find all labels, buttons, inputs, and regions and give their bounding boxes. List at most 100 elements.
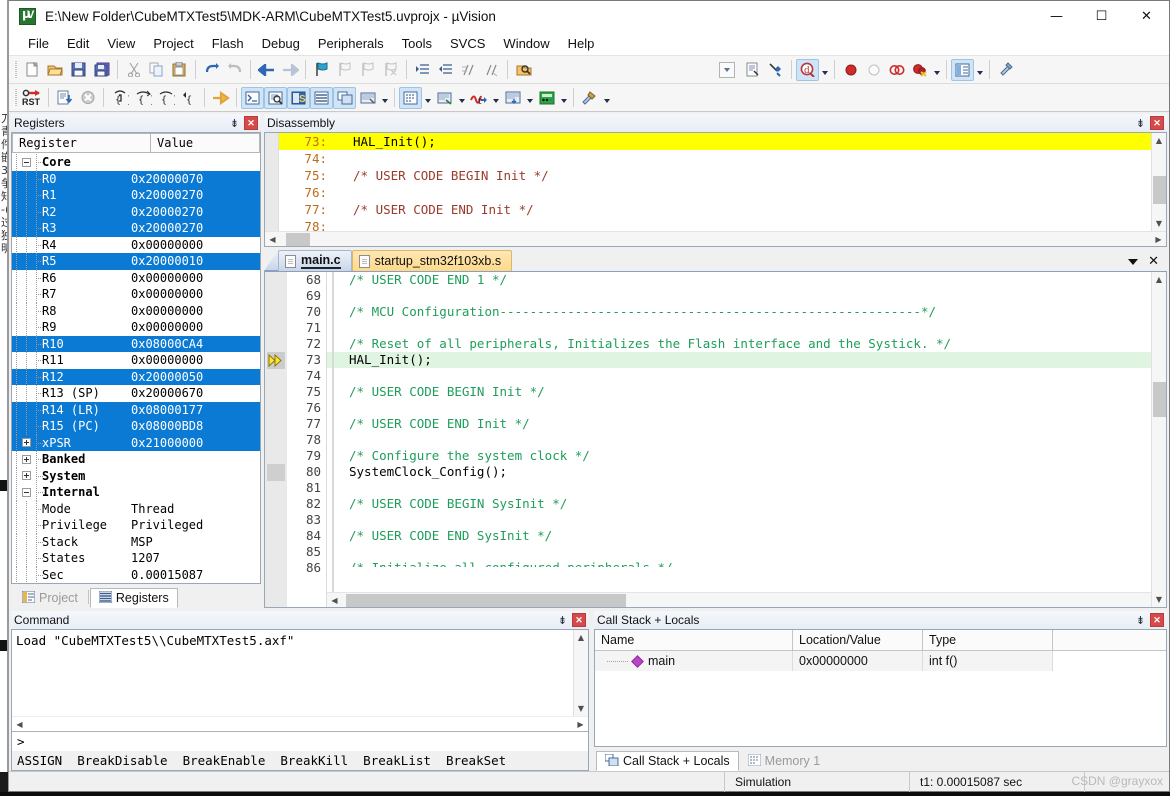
registers-group-core[interactable]: Core bbox=[12, 154, 260, 171]
pin-icon[interactable]: ⇟ bbox=[1133, 116, 1148, 131]
command-window-icon[interactable] bbox=[241, 86, 264, 109]
menu-file[interactable]: File bbox=[19, 34, 58, 53]
system-viewer-icon[interactable] bbox=[501, 87, 524, 109]
save-icon[interactable] bbox=[67, 59, 90, 81]
close-button[interactable]: ✕ bbox=[1124, 1, 1169, 32]
cut-icon[interactable] bbox=[122, 59, 145, 81]
chevron-down-icon[interactable] bbox=[1128, 258, 1139, 265]
register-value[interactable]: 0x00000000 bbox=[131, 353, 260, 367]
minimize-button[interactable]: — bbox=[1034, 1, 1079, 32]
code-editor[interactable]: 68 69 70 71 72 73 74 75 76 77 78 79 80 8… bbox=[264, 271, 1167, 608]
call-stack-window-icon[interactable] bbox=[333, 86, 356, 109]
register-row-r10[interactable]: R10 0x08000CA4 bbox=[12, 335, 260, 352]
register-value[interactable]: 0x00000000 bbox=[131, 304, 260, 318]
disassembly-close-icon[interactable]: ✕ bbox=[1150, 116, 1164, 130]
register-row-r15-pc[interactable]: R15 (PC) 0x08000BD8 bbox=[12, 418, 260, 435]
scroll-track[interactable] bbox=[1152, 287, 1167, 592]
watch-window-icon[interactable] bbox=[356, 87, 379, 109]
bookmark-clear-icon[interactable] bbox=[379, 59, 402, 81]
editor-line[interactable]: /* MCU Configuration--------------------… bbox=[327, 304, 1151, 320]
configure-wizard-icon[interactable] bbox=[764, 59, 787, 81]
disassembly-window-icon[interactable] bbox=[264, 86, 287, 109]
find-in-files-icon[interactable] bbox=[512, 59, 535, 81]
editor-line[interactable]: /* USER CODE BEGIN Init */ bbox=[327, 384, 1151, 400]
register-row-r13-sp[interactable]: R13 (SP) 0x20000670 bbox=[12, 385, 260, 402]
registers-close-icon[interactable]: ✕ bbox=[244, 116, 258, 130]
disassembly-line[interactable]: 74: bbox=[279, 150, 1151, 167]
scroll-thumb[interactable] bbox=[1152, 176, 1166, 204]
scroll-left-icon[interactable]: ◀ bbox=[12, 717, 27, 732]
command-close-icon[interactable]: ✕ bbox=[572, 613, 586, 627]
register-value[interactable]: 0x20000270 bbox=[131, 221, 260, 235]
editor-line[interactable] bbox=[327, 512, 1151, 528]
menu-window[interactable]: Window bbox=[494, 34, 558, 53]
register-row-r2[interactable]: R2 0x20000270 bbox=[12, 203, 260, 220]
command-vscrollbar[interactable]: ▲ ▼ bbox=[573, 630, 588, 716]
registers-column-register[interactable]: Register bbox=[12, 133, 151, 153]
collapse-icon-internal[interactable] bbox=[22, 487, 31, 497]
register-value[interactable]: 0x20000670 bbox=[131, 386, 260, 400]
command-hscrollbar[interactable]: ◀ ▶ bbox=[12, 716, 588, 731]
editor-line[interactable]: /* Configure the system clock */ bbox=[327, 448, 1151, 464]
memory-dropdown-caret[interactable] bbox=[422, 87, 433, 109]
command-input[interactable]: > bbox=[12, 731, 588, 751]
indent-decrease-icon[interactable] bbox=[434, 59, 457, 81]
register-value[interactable]: 0x00000000 bbox=[131, 320, 260, 334]
memory-window-icon[interactable] bbox=[399, 86, 422, 109]
collapse-icon-core[interactable] bbox=[22, 157, 31, 167]
editor-line[interactable]: /* USER CODE END SysInit */ bbox=[327, 528, 1151, 544]
expand-icon-banked[interactable] bbox=[22, 454, 31, 464]
register-value[interactable]: 0x00000000 bbox=[131, 238, 260, 252]
scroll-thumb[interactable] bbox=[1152, 382, 1166, 417]
register-value[interactable]: 0x00000000 bbox=[131, 287, 260, 301]
dock-tab-registers[interactable]: Registers bbox=[89, 588, 178, 608]
symbols-window-icon[interactable]: S bbox=[287, 86, 310, 109]
manage-windows-dropdown-caret[interactable] bbox=[974, 59, 985, 81]
pin-icon[interactable]: ⇟ bbox=[227, 116, 242, 131]
bookmark-prev-icon[interactable] bbox=[333, 59, 356, 81]
hscroll-track[interactable] bbox=[280, 232, 1151, 247]
disassembly-vscrollbar[interactable]: ▲ ▼ bbox=[1151, 133, 1166, 231]
menu-project[interactable]: Project bbox=[144, 34, 202, 53]
run-to-main-icon[interactable] bbox=[53, 87, 76, 109]
background-window-strip[interactable]: 刀 青 件 嵌 35 争 知 -( 过 独 明 bbox=[0, 0, 8, 772]
editor-line[interactable] bbox=[327, 480, 1151, 496]
disable-breakpoint-icon[interactable] bbox=[862, 59, 885, 81]
internal-row-privilege[interactable]: Privilege Privileged bbox=[12, 517, 260, 534]
breakpoints-dropdown-caret[interactable] bbox=[931, 59, 942, 81]
stop-debug-icon[interactable] bbox=[76, 87, 99, 109]
disassembly-line[interactable]: 77: /* USER CODE END Init */ bbox=[279, 201, 1151, 218]
scroll-left-icon[interactable]: ◀ bbox=[327, 593, 342, 608]
register-row-r5[interactable]: R5 0x20000010 bbox=[12, 253, 260, 270]
register-value[interactable]: 0x08000BD8 bbox=[131, 419, 260, 433]
disassembly-line[interactable]: 75: /* USER CODE BEGIN Init */ bbox=[279, 167, 1151, 184]
register-row-r9[interactable]: R9 0x00000000 bbox=[12, 319, 260, 336]
step-into-icon[interactable]: { } bbox=[108, 87, 131, 109]
register-value[interactable]: 0x08000CA4 bbox=[131, 337, 260, 351]
dock-tab-project[interactable]: Project bbox=[13, 588, 87, 608]
editor-tab-main-c[interactable]: main.c bbox=[278, 250, 352, 271]
editor-line[interactable]: /* USER CODE END Init */ bbox=[327, 416, 1151, 432]
scroll-track[interactable] bbox=[1152, 148, 1167, 216]
comment-lines-icon[interactable] bbox=[457, 59, 480, 81]
disable-all-breakpoints-icon[interactable] bbox=[908, 59, 931, 81]
editor-line[interactable] bbox=[327, 288, 1151, 304]
scroll-up-icon[interactable]: ▲ bbox=[1152, 272, 1167, 287]
analysis-dropdown-caret[interactable] bbox=[490, 87, 501, 109]
editor-breakpoint-margin[interactable] bbox=[265, 272, 287, 607]
registers-group-internal[interactable]: Internal bbox=[12, 484, 260, 501]
hscroll-track[interactable] bbox=[342, 593, 1151, 608]
bookmark-toggle-icon[interactable] bbox=[310, 59, 333, 81]
pin-icon[interactable]: ⇟ bbox=[555, 613, 570, 628]
run-to-cursor-icon[interactable]: { } bbox=[177, 87, 200, 109]
callstack-column-location[interactable]: Location/Value bbox=[793, 630, 923, 651]
editor-hscrollbar[interactable]: ◀ bbox=[327, 592, 1151, 607]
toolbar-debug-grip[interactable] bbox=[14, 88, 17, 107]
options-target-icon[interactable] bbox=[994, 59, 1017, 81]
register-value[interactable]: 0x21000000 bbox=[131, 436, 260, 450]
dock-tab-callstack-locals[interactable]: Call Stack + Locals bbox=[596, 751, 739, 771]
hscroll-thumb[interactable] bbox=[346, 593, 626, 607]
serial-window-icon[interactable] bbox=[433, 87, 456, 109]
toolbar-combo-dropdown[interactable] bbox=[719, 61, 735, 78]
callstack-column-type[interactable]: Type bbox=[923, 630, 1053, 651]
